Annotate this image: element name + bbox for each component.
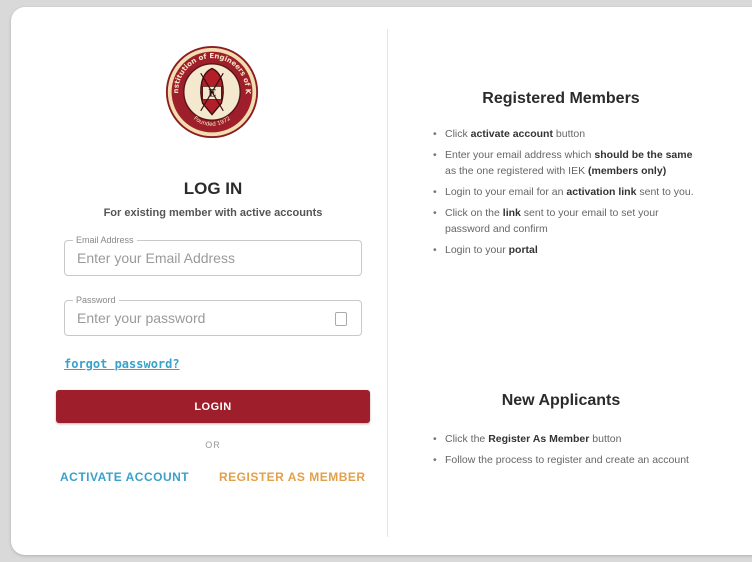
registered-members-heading: Registered Members xyxy=(482,90,640,107)
email-field[interactable]: Email Address xyxy=(64,234,362,276)
list-item: Enter your email address which should be… xyxy=(431,147,701,179)
list-item: Login to your portal xyxy=(431,242,701,258)
login-card: The Institution of Engineers of Kenya Fo… xyxy=(11,7,752,555)
svg-text:E: E xyxy=(208,88,216,100)
registered-members-list: Click activate account button Enter your… xyxy=(431,126,701,263)
page-title: LOG IN xyxy=(183,179,243,198)
activate-account-link[interactable]: ACTIVATE ACCOUNT xyxy=(60,470,189,484)
register-as-member-link[interactable]: REGISTER AS MEMBER xyxy=(219,470,366,484)
password-field[interactable]: Password xyxy=(64,294,362,336)
list-item: Follow the process to register and creat… xyxy=(431,452,701,468)
list-item: Login to your email for an activation li… xyxy=(431,184,701,200)
password-input[interactable] xyxy=(65,301,361,335)
email-input[interactable] xyxy=(65,241,361,275)
list-item: Click on the link sent to your email to … xyxy=(431,205,701,237)
institution-seal-icon: The Institution of Engineers of Kenya Fo… xyxy=(165,45,259,139)
list-item: Click the Register As Member button xyxy=(431,431,701,447)
list-item: Click activate account button xyxy=(431,126,701,142)
login-subtitle: For existing member with active accounts xyxy=(103,207,323,219)
login-button[interactable]: LOGIN xyxy=(56,390,370,423)
forgot-password-link[interactable]: forgot password? xyxy=(64,357,180,371)
new-applicants-heading: New Applicants xyxy=(501,392,621,409)
or-separator: OR xyxy=(205,440,221,450)
column-divider xyxy=(387,29,388,537)
show-password-icon[interactable] xyxy=(335,312,347,326)
new-applicants-list: Click the Register As Member button Foll… xyxy=(431,431,701,473)
